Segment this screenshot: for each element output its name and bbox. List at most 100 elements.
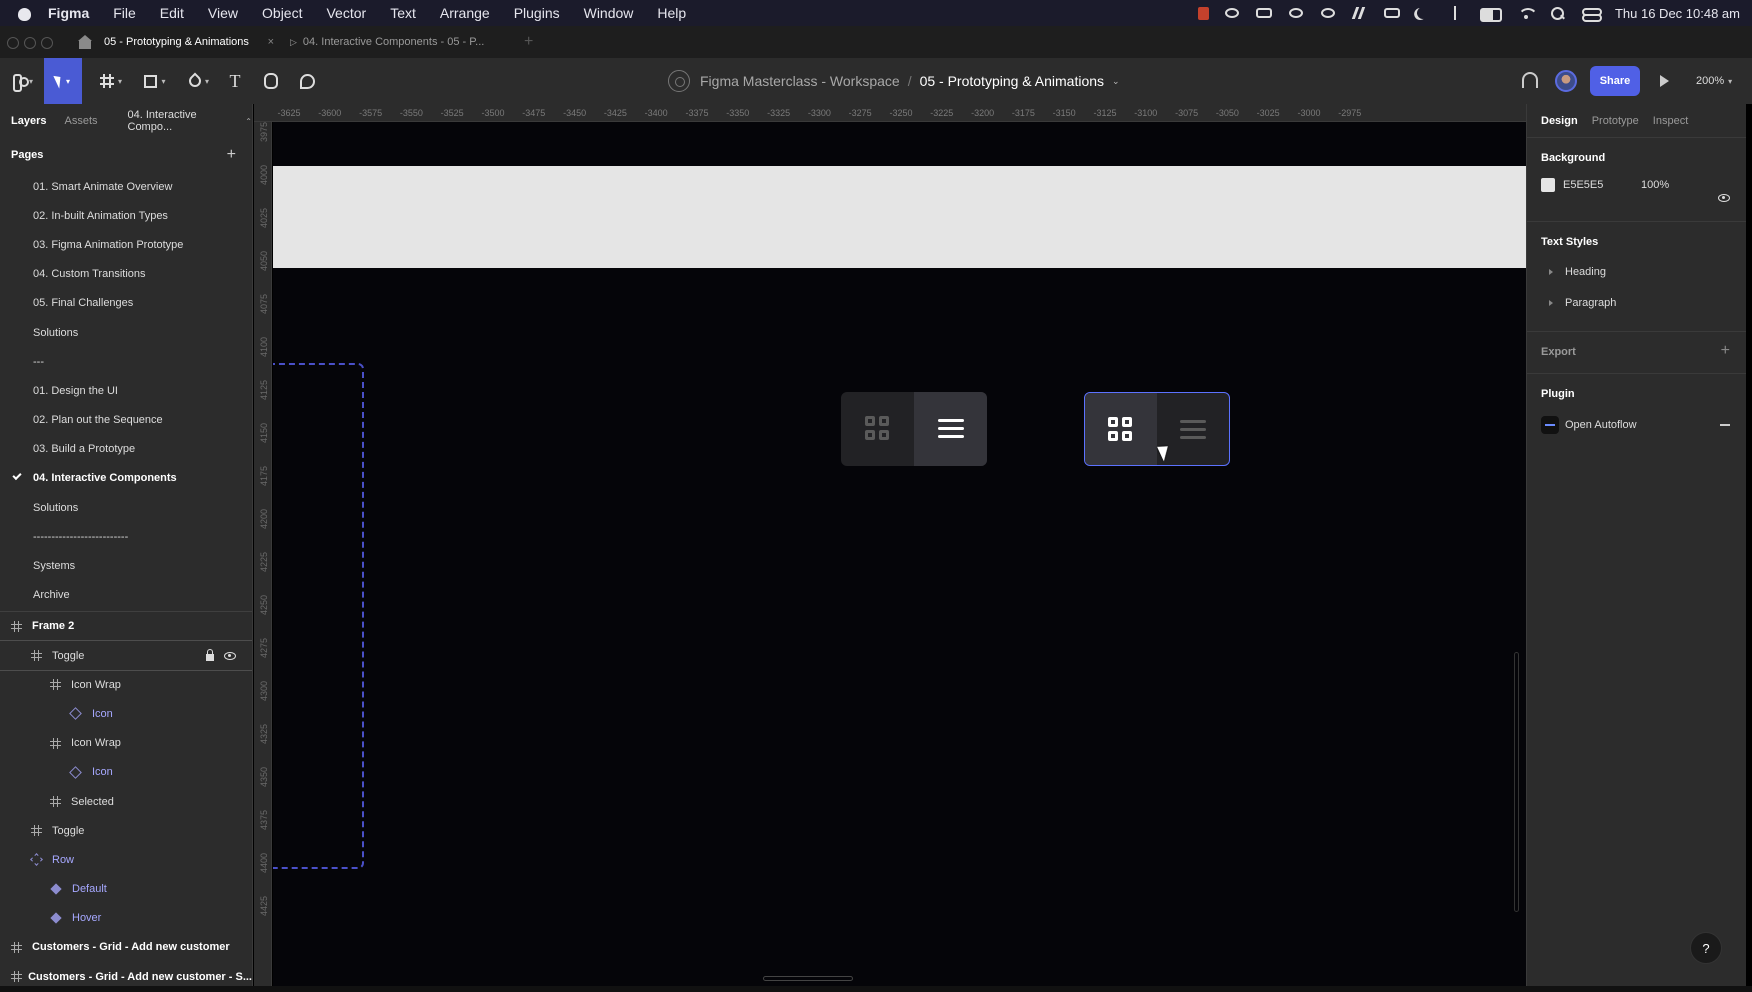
menu-object[interactable]: Object bbox=[262, 5, 302, 21]
icon-wrap-grid[interactable] bbox=[841, 392, 914, 466]
share-button[interactable]: Share bbox=[1590, 66, 1640, 96]
layer-row[interactable]: Default bbox=[0, 875, 252, 904]
page-item[interactable]: 02. Plan out the Sequence bbox=[0, 406, 252, 435]
page-item[interactable]: --- bbox=[0, 347, 252, 376]
layer-row[interactable]: Toggle bbox=[0, 816, 252, 845]
headphones-icon[interactable] bbox=[1522, 72, 1538, 88]
menubar-clock[interactable]: Thu 16 Dec 10:48 am bbox=[1615, 6, 1740, 21]
bluetooth-icon[interactable] bbox=[1447, 6, 1465, 20]
zoom-dropdown[interactable]: 200% ▾ bbox=[1696, 58, 1732, 104]
text-style-heading[interactable]: Heading bbox=[1527, 256, 1746, 287]
moon-icon[interactable] bbox=[1415, 6, 1433, 20]
menu-plugins[interactable]: Plugins bbox=[514, 5, 560, 21]
new-tab-button[interactable]: + bbox=[524, 33, 533, 51]
close-window-icon[interactable] bbox=[7, 37, 19, 49]
page-item[interactable]: -------------------------- bbox=[0, 522, 252, 551]
chevron-up-icon[interactable]: ⌃ bbox=[245, 117, 252, 126]
close-tab-icon[interactable]: × bbox=[268, 36, 274, 48]
page-item[interactable]: Systems bbox=[0, 551, 252, 580]
background-opacity-input[interactable]: 100% bbox=[1641, 179, 1669, 191]
zoom-window-icon[interactable] bbox=[41, 37, 53, 49]
remove-plugin-icon[interactable] bbox=[1720, 424, 1730, 426]
gear-icon[interactable] bbox=[1223, 6, 1241, 20]
menu-text[interactable]: Text bbox=[390, 5, 416, 21]
eye-icon[interactable] bbox=[224, 652, 236, 660]
page-item[interactable]: 04. Interactive Components bbox=[0, 464, 252, 493]
menu-vector[interactable]: Vector bbox=[326, 5, 366, 21]
menu-file[interactable]: File bbox=[113, 5, 136, 21]
tab-interactive-components-prototype[interactable]: ▷ 04. Interactive Components - 05 - P... bbox=[290, 26, 510, 58]
layer-row[interactable]: Frame 2 bbox=[0, 612, 252, 641]
team-icon[interactable] bbox=[668, 70, 690, 92]
screen-mirror-icon[interactable] bbox=[1255, 6, 1273, 20]
layer-row[interactable]: Customers - Grid - Add new customer - S.… bbox=[0, 962, 252, 986]
tab-design[interactable]: Design bbox=[1541, 115, 1578, 127]
battery-icon[interactable] bbox=[1479, 6, 1503, 22]
wifi-icon[interactable] bbox=[1517, 6, 1538, 20]
menu-app-figma[interactable]: Figma bbox=[48, 5, 89, 21]
tab-prototyping-animations[interactable]: 05 - Prototyping & Animations × bbox=[104, 26, 274, 58]
layer-row[interactable]: Row bbox=[0, 845, 252, 874]
layer-row[interactable]: Toggle bbox=[0, 639, 252, 672]
layer-row[interactable]: Hover bbox=[0, 904, 252, 933]
page-item[interactable]: 04. Custom Transitions bbox=[0, 260, 252, 289]
page-item[interactable]: 03. Build a Prototype bbox=[0, 435, 252, 464]
icon-wrap-grid-selected[interactable] bbox=[1085, 393, 1157, 465]
hand-tool-button[interactable] bbox=[260, 58, 282, 104]
add-page-button[interactable]: + bbox=[227, 146, 236, 164]
component-set-boundary[interactable] bbox=[273, 363, 364, 869]
text-style-paragraph[interactable]: Paragraph bbox=[1527, 287, 1746, 318]
tab-prototype[interactable]: Prototype bbox=[1592, 115, 1639, 127]
page-item[interactable]: Solutions bbox=[0, 318, 252, 347]
page-item[interactable]: Archive bbox=[0, 581, 252, 610]
menu-arrange[interactable]: Arrange bbox=[440, 5, 490, 21]
page-item[interactable]: Solutions bbox=[0, 493, 252, 522]
cloud-icon[interactable] bbox=[1287, 6, 1305, 20]
avatar[interactable] bbox=[1555, 70, 1577, 92]
tab-inspect[interactable]: Inspect bbox=[1653, 115, 1688, 127]
page-item[interactable]: 01. Design the UI bbox=[0, 376, 252, 405]
present-play-icon[interactable] bbox=[1660, 75, 1669, 87]
spotlight-search-icon[interactable] bbox=[1549, 6, 1567, 20]
help-button[interactable]: ? bbox=[1690, 932, 1722, 964]
page-item[interactable]: 02. In-built Animation Types bbox=[0, 201, 252, 230]
control-center-icon[interactable] bbox=[1581, 6, 1602, 22]
design-canvas[interactable] bbox=[273, 122, 1526, 986]
layer-row[interactable]: Icon bbox=[0, 758, 252, 787]
unlock-icon[interactable] bbox=[206, 649, 214, 661]
background-hex-input[interactable]: E5E5E5 bbox=[1563, 179, 1641, 191]
chevron-down-icon[interactable]: ⌄ bbox=[1112, 76, 1120, 87]
tab-layers[interactable]: Layers bbox=[11, 115, 46, 127]
background-fill-row[interactable]: E5E5E5 100% bbox=[1527, 164, 1746, 206]
eye-icon[interactable] bbox=[1718, 194, 1730, 202]
home-icon[interactable] bbox=[78, 35, 92, 49]
bars-icon[interactable] bbox=[1351, 6, 1369, 20]
circle-icon[interactable] bbox=[1319, 6, 1337, 20]
toggle-hover-variant-selected[interactable] bbox=[1084, 392, 1230, 466]
page-item[interactable]: 03. Figma Animation Prototype bbox=[0, 230, 252, 259]
shape-tool-button[interactable]: ▾ bbox=[138, 58, 172, 104]
move-tool-button[interactable]: ▾ bbox=[44, 58, 82, 104]
color-swatch[interactable] bbox=[1541, 178, 1555, 192]
pen-tool-button[interactable]: ▾ bbox=[182, 58, 216, 104]
vertical-scrollbar[interactable] bbox=[1514, 652, 1519, 912]
text-tool-button[interactable]: T bbox=[224, 58, 246, 104]
toggle-default-variant[interactable] bbox=[841, 392, 987, 466]
tab-assets[interactable]: Assets bbox=[64, 115, 97, 127]
page-item[interactable]: 01. Smart Animate Overview bbox=[0, 172, 252, 201]
menu-edit[interactable]: Edit bbox=[160, 5, 184, 21]
shield-icon[interactable] bbox=[1383, 6, 1401, 20]
layer-row[interactable]: Icon bbox=[0, 699, 252, 728]
menu-help[interactable]: Help bbox=[657, 5, 686, 21]
layer-row[interactable]: Customers - Grid - Add new customer bbox=[0, 933, 252, 962]
add-export-icon[interactable]: + bbox=[1721, 342, 1730, 360]
file-name[interactable]: 05 - Prototyping & Animations bbox=[920, 73, 1104, 89]
icon-wrap-list-selected[interactable] bbox=[914, 392, 987, 466]
light-grey-frame[interactable] bbox=[273, 166, 1526, 268]
layer-row[interactable]: Icon Wrap bbox=[0, 670, 252, 699]
horizontal-scrollbar[interactable] bbox=[763, 976, 853, 981]
plugin-row[interactable]: Open Autoflow bbox=[1527, 400, 1746, 434]
page-picker-dropdown[interactable]: 04. Interactive Compo... bbox=[128, 109, 238, 133]
frame-tool-button[interactable]: ▾ bbox=[94, 58, 128, 104]
main-menu-button[interactable]: ▾ bbox=[6, 58, 40, 104]
